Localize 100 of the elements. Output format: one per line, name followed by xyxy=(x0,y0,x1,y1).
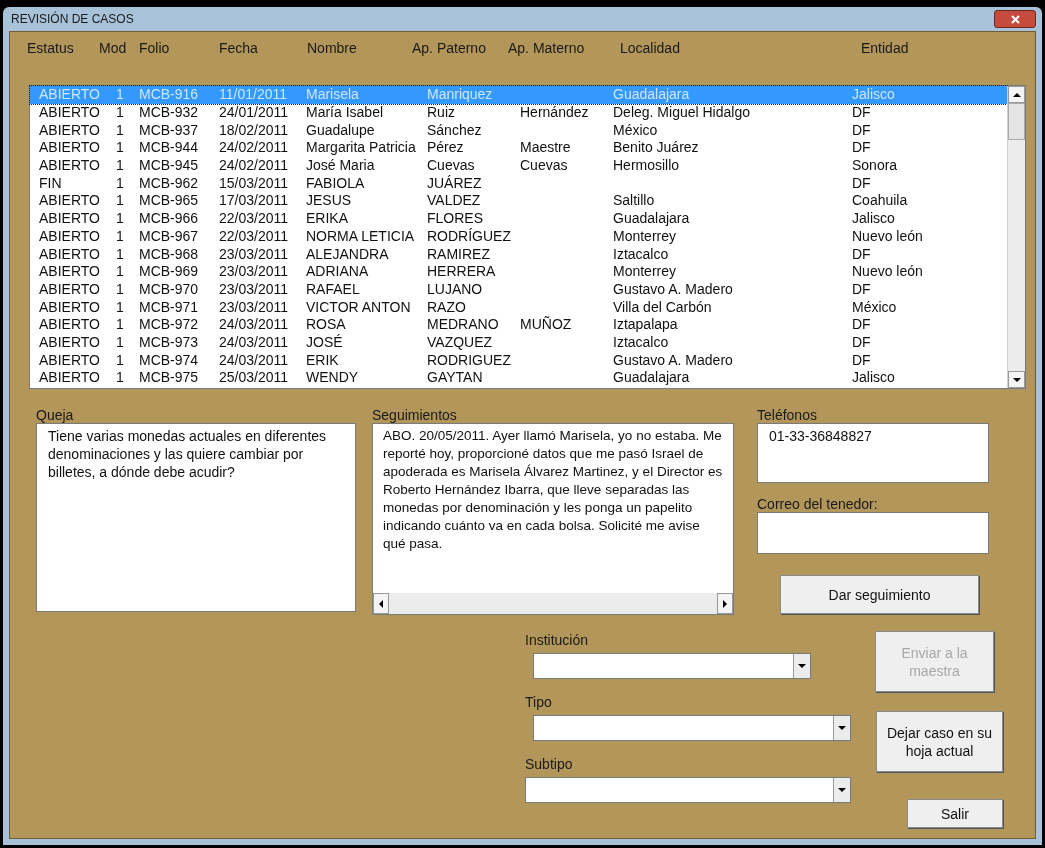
table-cell-text: Pérez xyxy=(427,139,465,157)
table-cell-text: 1 xyxy=(116,316,125,334)
dropdown-field[interactable] xyxy=(525,777,851,803)
table-cell-text: Guadalajara xyxy=(613,86,691,104)
table-cell-text: Iztapalapa xyxy=(613,316,679,334)
scroll-left-icon[interactable] xyxy=(373,593,389,614)
case-row[interactable]: ABIERTO 1 MCB-971 23/03/2011 VICTOR ANTON RAZO Villa del Carbón México xyxy=(30,298,1007,316)
table-cell-text: Hernández xyxy=(520,104,590,122)
action-button[interactable]: Dejar caso en su hoja actual xyxy=(876,711,1003,772)
table-cell-text: 22/03/2011 xyxy=(219,210,290,228)
table-cell-text: 23/03/2011 xyxy=(219,298,290,316)
table-cell-text: JUÁREZ xyxy=(427,174,483,192)
table-cell-text: José Maria xyxy=(306,157,376,175)
table-cell-text: Manriquez xyxy=(427,86,494,104)
action-button[interactable]: Salir xyxy=(907,799,1003,828)
table-cell-text: MCB-969 xyxy=(139,263,200,281)
table-cell-text: Margarita Patricia xyxy=(306,139,417,157)
case-row[interactable]: ABIERTO 1 MCB-973 24/03/2011 JOSÉ VAZQUEZ Iztacalco DF xyxy=(30,333,1007,352)
table-cell-text: 24/02/2011 xyxy=(219,157,290,175)
table-cell-text: RODRÍGUEZ xyxy=(427,227,512,245)
table-cell-text: 24/03/2011 xyxy=(219,333,290,351)
table-cell-text: ERIKA xyxy=(306,210,349,228)
table-cell-text: JESUS xyxy=(306,192,353,210)
case-row[interactable]: ABIERTO 1 MCB-932 24/01/2011 María Isabel Ruiz Hernández Deleg. Miguel Hidalgo DF xyxy=(30,103,1007,122)
column-header: Fecha xyxy=(219,39,259,58)
table-cell-text: Jalisco xyxy=(852,86,896,104)
table-cell-text: MCB-965 xyxy=(139,192,200,210)
table-cell-text: 1 xyxy=(116,333,125,351)
email-field[interactable] xyxy=(757,512,989,554)
close-button[interactable] xyxy=(994,10,1036,28)
case-row[interactable]: ABIERTO 1 MCB-966 22/03/2011 ERIKA FLORES Guadalajara Jalisco xyxy=(30,209,1007,228)
table-cell-text: 17/03/2011 xyxy=(219,192,290,210)
table-cell-text: ABIERTO xyxy=(39,139,101,157)
table-cell-text: Saltillo xyxy=(613,192,656,210)
table-cell-text: ALEJANDRA xyxy=(306,245,390,263)
table-cell-text: ABIERTO xyxy=(39,210,101,228)
table-cell-text: ABIERTO xyxy=(39,280,101,298)
case-row[interactable]: ABIERTO 1 MCB-968 23/03/2011 ALEJANDRA RAMIREZ Iztacalco DF xyxy=(30,245,1007,263)
table-cell-text: ABIERTO xyxy=(39,227,101,245)
dropdown-field[interactable] xyxy=(533,715,851,741)
table-cell-text: ABIERTO xyxy=(39,192,101,210)
field-label: Queja xyxy=(36,408,75,423)
table-cell-text: 11/01/2011 xyxy=(219,86,288,104)
scroll-thumb[interactable] xyxy=(1008,103,1025,140)
vertical-scrollbar[interactable] xyxy=(1007,86,1025,388)
dropdown-field[interactable] xyxy=(533,653,811,679)
table-cell-text: Monterrey xyxy=(613,263,678,281)
table-cell-text: Benito Juárez xyxy=(613,139,700,157)
case-row[interactable]: ABIERTO 1 MCB-969 23/03/2011 ADRIANA HERRERA Monterrey Nuevo león xyxy=(30,262,1007,281)
case-row[interactable]: ABIERTO 1 MCB-975 25/03/2011 WENDY GAYTAN Guadalajara Jalisco xyxy=(30,369,1007,387)
table-cell-text: DF xyxy=(852,104,872,122)
table-cell-text: RAZO xyxy=(427,298,467,316)
table-cell-text: MCB-974 xyxy=(139,351,200,369)
scroll-up-icon[interactable] xyxy=(1008,86,1025,103)
table-cell-text: GAYTAN xyxy=(427,369,484,387)
case-row[interactable]: ABIERTO 1 MCB-972 24/03/2011 ROSA MEDRANO MUÑOZ Iztapalapa DF xyxy=(30,315,1007,334)
table-cell-text: 1 xyxy=(116,157,125,175)
table-cell-text: Gustavo A. Madero xyxy=(613,280,734,298)
case-row[interactable]: ABIERTO 1 MCB-944 24/02/2011 Margarita Patricia Pérez Maestre Benito Juárez DF xyxy=(30,139,1007,157)
table-cell-text: MCB-967 xyxy=(139,227,200,245)
table-cell-text: RODRIGUEZ xyxy=(427,351,512,369)
table-cell-text: NORMA LETICIA xyxy=(306,227,416,245)
case-row[interactable]: ABIERTO 1 MCB-970 23/03/2011 RAFAEL LUJANO Gustavo A. Madero DF xyxy=(30,280,1007,299)
case-row[interactable]: FIN 1 MCB-962 15/03/2011 FABIOLA JUÁREZ DF xyxy=(30,174,1007,193)
column-header: Entidad xyxy=(861,39,910,58)
scroll-down-icon[interactable] xyxy=(1008,371,1025,388)
table-cell-text: VALDEZ xyxy=(427,192,482,210)
column-header: Folio xyxy=(139,39,171,58)
complaint-field[interactable]: Tiene varias monedas actuales en diferentes denominaciones y las quiere cambiar por billetes, a dónde debe acudir? xyxy=(36,423,356,612)
case-row[interactable]: ABIERTO 1 MCB-965 17/03/2011 JESUS VALDEZ Saltillo Coahuila xyxy=(30,192,1007,210)
table-cell-text: 1 xyxy=(116,369,125,387)
table-cell-text: 1 xyxy=(116,174,125,192)
case-row[interactable]: ABIERTO 1 MCB-945 24/02/2011 José Maria Cuevas Cuevas Hermosillo Sonora xyxy=(30,156,1007,175)
table-cell-text: ABIERTO xyxy=(39,333,101,351)
table-cell-text: 24/01/2011 xyxy=(219,104,290,122)
table-cell-text: Maestre xyxy=(520,139,572,157)
action-button[interactable]: Dar seguimiento xyxy=(780,575,979,614)
table-cell-text: ABIERTO xyxy=(39,351,101,369)
table-cell-text: 24/03/2011 xyxy=(219,351,290,369)
case-row[interactable]: ABIERTO 1 MCB-937 18/02/2011 Guadalupe Sánchez México DF xyxy=(30,121,1007,140)
field-label: Teléfonos xyxy=(757,408,818,423)
table-cell-text: DF xyxy=(852,139,872,157)
phone-field[interactable]: 01-33-36848827 xyxy=(757,423,989,483)
table-cell-text: 1 xyxy=(116,298,125,316)
table-cell-text: VICTOR ANTON xyxy=(306,298,412,316)
table-cell-text: HERRERA xyxy=(427,263,497,281)
case-row[interactable]: ABIERTO 1 MCB-967 22/03/2011 NORMA LETICIA RODRÍGUEZ Monterrey Nuevo león xyxy=(30,227,1007,246)
table-cell-text: ABIERTO xyxy=(39,157,101,175)
close-icon xyxy=(1010,14,1020,24)
horizontal-scrollbar[interactable] xyxy=(373,593,733,614)
table-cell-text: 1 xyxy=(116,351,125,369)
table-cell-text: RAMIREZ xyxy=(427,245,491,263)
table-cell-text: DF xyxy=(852,280,872,298)
follow-up-field[interactable] xyxy=(372,423,734,615)
table-cell-text: 22/03/2011 xyxy=(219,227,290,245)
case-row[interactable]: ABIERTO 1 MCB-974 24/03/2011 ERIK RODRIGUEZ Gustavo A. Madero DF xyxy=(30,351,1007,369)
scroll-right-icon[interactable] xyxy=(717,593,733,614)
table-cell-text: FIN xyxy=(39,174,63,192)
table-cell-text: 1 xyxy=(116,245,125,263)
column-header: Localidad xyxy=(620,39,681,58)
